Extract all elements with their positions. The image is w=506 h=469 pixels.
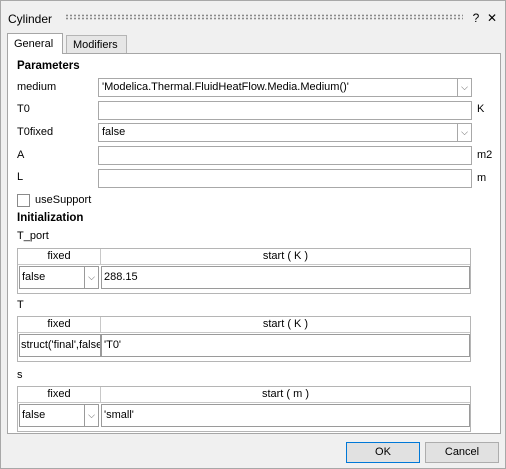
t0fixed-label: T0fixed [17, 126, 54, 138]
help-icon[interactable]: ? [469, 11, 483, 25]
close-icon[interactable]: ✕ [485, 11, 499, 25]
s-start-field[interactable]: 'small' [101, 404, 470, 427]
drag-grip[interactable] [65, 14, 463, 20]
cylinder-dialog: Cylinder ? ✕ General Modifiers Parameter… [0, 0, 506, 469]
t0-unit: K [477, 103, 485, 115]
t-port-grid: fixed start ( K ) false ⌵ 288.15 [17, 248, 471, 294]
medium-label: medium [17, 81, 57, 93]
s-fixed-select[interactable]: false [19, 404, 85, 427]
t-fixed-field[interactable]: struct('final',false [19, 334, 101, 357]
t0fixed-select[interactable]: false [98, 123, 458, 142]
start-column-header: start ( K ) [101, 249, 470, 265]
l-label: L [17, 171, 24, 183]
l-field[interactable] [98, 169, 472, 188]
cancel-button[interactable]: Cancel [425, 442, 499, 463]
t0-field[interactable] [98, 101, 472, 120]
fixed-column-header: fixed [18, 317, 101, 333]
t-port-label: T_port [17, 230, 49, 242]
t-label: T [17, 299, 24, 311]
t-start-field[interactable]: 'T0' [101, 334, 470, 357]
medium-select[interactable]: 'Modelica.Thermal.FluidHeatFlow.Media.Me… [98, 78, 458, 97]
a-unit: m2 [477, 149, 493, 161]
chevron-down-icon[interactable]: ⌵ [84, 266, 99, 289]
fixed-column-header: fixed [18, 387, 101, 403]
chevron-down-icon[interactable]: ⌵ [84, 404, 99, 427]
t-grid: fixed start ( K ) struct('final',false '… [17, 316, 471, 362]
l-unit: m [477, 172, 487, 184]
a-label: A [17, 149, 25, 161]
start-column-header: start ( K ) [101, 317, 470, 333]
t0-label: T0 [17, 103, 30, 115]
s-grid: fixed start ( m ) false ⌵ 'small' [17, 386, 471, 432]
parameters-heading: Parameters [17, 60, 80, 72]
usesupport-checkbox[interactable] [17, 194, 30, 207]
tab-general[interactable]: General [7, 33, 63, 54]
fixed-column-header: fixed [18, 249, 101, 265]
title-bar[interactable]: Cylinder ? ✕ [1, 1, 505, 31]
start-column-header: start ( m ) [101, 387, 470, 403]
chevron-down-icon[interactable]: ⌵ [457, 78, 472, 97]
initialization-heading: Initialization [17, 212, 84, 224]
tab-modifiers[interactable]: Modifiers [66, 35, 127, 53]
window-title: Cylinder [8, 12, 53, 26]
s-label: s [17, 369, 23, 381]
a-field[interactable] [98, 146, 472, 165]
usesupport-label: useSupport [35, 194, 92, 206]
chevron-down-icon[interactable]: ⌵ [457, 123, 472, 142]
ok-button[interactable]: OK [346, 442, 420, 463]
t-port-start-field[interactable]: 288.15 [101, 266, 470, 289]
t-port-fixed-select[interactable]: false [19, 266, 85, 289]
